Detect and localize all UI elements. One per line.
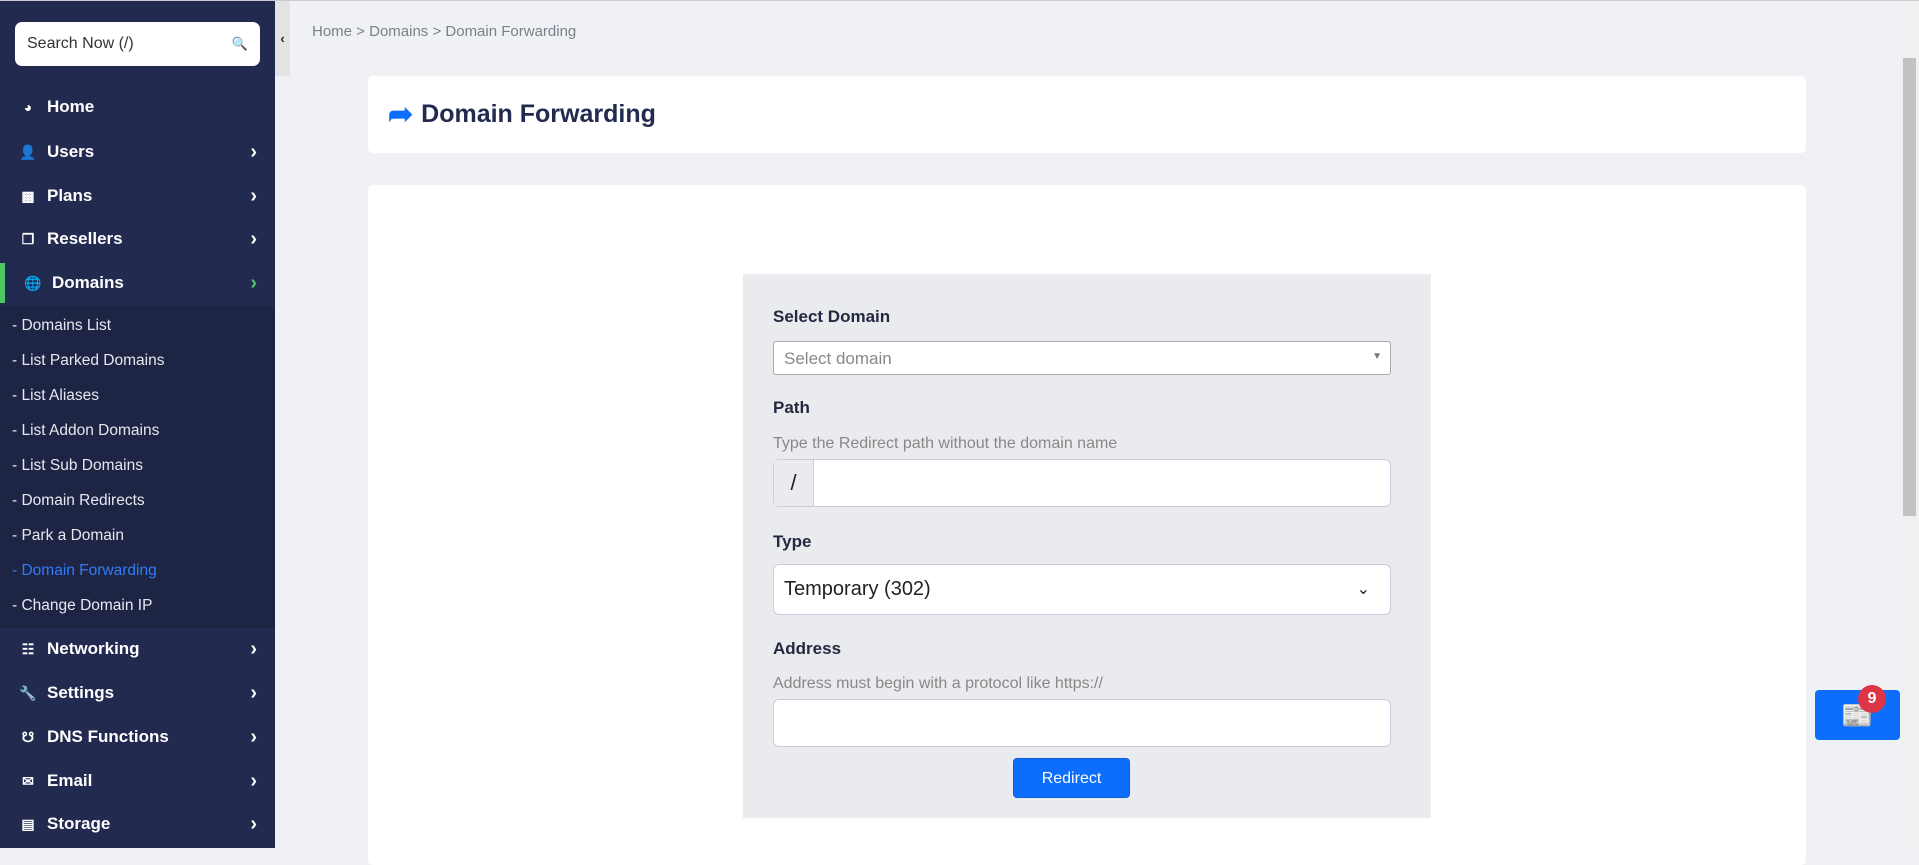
- select-domain-dropdown[interactable]: Select domain ▼: [773, 341, 1391, 375]
- sidebar-item-networking[interactable]: ☷ Networking ›: [0, 629, 275, 669]
- notification-badge: 9: [1858, 685, 1886, 713]
- sidebar-item-label: Resellers: [47, 229, 123, 248]
- sidebar-item-storage[interactable]: ▤ Storage ›: [0, 804, 275, 844]
- submenu-item[interactable]: - Park a Domain: [12, 527, 124, 545]
- select-domain-label: Select Domain: [773, 307, 891, 326]
- redirect-button[interactable]: Redirect: [1013, 758, 1130, 798]
- gauge-icon: ◕: [23, 99, 33, 115]
- sidebar-item-label: Domains: [52, 273, 124, 292]
- type-select[interactable]: Temporary (302) ⌄: [773, 564, 1391, 615]
- select-domain-placeholder: Select domain: [784, 349, 892, 368]
- share-arrow-icon: ➦: [388, 98, 414, 131]
- submenu-item[interactable]: - Domains List: [12, 317, 111, 335]
- breadcrumb: Home > Domains > Domain Forwarding: [312, 23, 577, 40]
- submenu-item[interactable]: - List Addon Domains: [12, 422, 159, 440]
- active-indicator: [0, 263, 5, 303]
- user-icon: 👤: [19, 143, 37, 160]
- path-input-group: /: [773, 459, 1391, 507]
- hdd-icon: ▤: [21, 815, 35, 832]
- address-label: Address: [773, 639, 842, 658]
- chevron-right-icon: ›: [250, 637, 257, 660]
- forwarding-form: Select Domain Select domain ▼ Path Type t…: [743, 274, 1431, 818]
- type-value: Temporary (302): [784, 578, 931, 600]
- sidebar-item-label: DNS Functions: [47, 727, 169, 746]
- submenu-item[interactable]: - List Sub Domains: [12, 457, 143, 475]
- sidebar-item-label: Storage: [47, 814, 111, 833]
- chevron-right-icon: ›: [250, 725, 257, 748]
- chevron-right-icon: ›: [250, 681, 257, 704]
- submenu-item[interactable]: - Domain Redirects: [12, 492, 145, 510]
- search-icon: 🔍: [231, 36, 248, 51]
- wrench-icon: 🔧: [19, 684, 37, 701]
- page-title: Domain Forwarding: [421, 100, 656, 128]
- sidebar-item-email[interactable]: ✉ Email ›: [0, 761, 275, 801]
- scrollbar-thumb[interactable]: [1903, 58, 1916, 516]
- path-label: Path: [773, 398, 810, 417]
- path-input[interactable]: [814, 460, 1390, 506]
- scrollbar[interactable]: [1900, 1, 1919, 848]
- path-prefix: /: [774, 460, 814, 506]
- type-label: Type: [773, 532, 812, 551]
- book-icon: ▩: [21, 187, 35, 204]
- submenu-item[interactable]: - List Parked Domains: [12, 352, 164, 370]
- chevron-right-icon: ›: [250, 140, 257, 163]
- submenu-item[interactable]: - Domain Forwarding: [12, 562, 157, 580]
- sidebar-item-label: Settings: [47, 683, 115, 702]
- sidebar: 🔍 ◕ Home 👤 Users › ▩ Plans › ❐ Resellers › 🌐 Domains…: [0, 1, 275, 848]
- submenu-item[interactable]: - Change Domain IP: [12, 597, 152, 615]
- chevron-right-icon: ›: [250, 184, 257, 207]
- sidebar-item-dns-functions[interactable]: ☋ DNS Functions ›: [0, 717, 275, 757]
- sidebar-item-label: Networking: [47, 639, 140, 658]
- collapse-sidebar-button[interactable]: ‹: [275, 1, 290, 76]
- clone-icon: ❐: [21, 230, 35, 247]
- submenu-item[interactable]: - List Aliases: [12, 387, 99, 405]
- sidebar-item-label: Plans: [47, 186, 93, 205]
- sidebar-item-label: Email: [47, 771, 93, 790]
- sidebar-item-resellers[interactable]: ❐ Resellers ›: [0, 219, 275, 259]
- sidebar-item-home[interactable]: ◕ Home: [0, 87, 275, 127]
- sidebar-item-label: Home: [47, 97, 95, 116]
- caret-down-icon: ▼: [1372, 351, 1382, 362]
- chevron-right-icon: ›: [250, 812, 257, 835]
- sidebar-item-users[interactable]: 👤 Users ›: [0, 132, 275, 172]
- search-box[interactable]: 🔍: [15, 22, 260, 66]
- sitemap-icon: ☋: [21, 728, 35, 745]
- envelope-icon: ✉: [22, 772, 34, 789]
- sidebar-item-settings[interactable]: 🔧 Settings ›: [0, 673, 275, 713]
- address-hint: Address must begin with a protocol like …: [773, 675, 1103, 692]
- chevron-right-icon: ›: [250, 271, 257, 294]
- chevron-down-icon: ⌄: [1356, 581, 1370, 598]
- sidebar-item-label: Users: [47, 142, 95, 161]
- sidebar-item-domains[interactable]: 🌐 Domains ›: [0, 263, 275, 303]
- search-input[interactable]: [27, 35, 217, 53]
- address-input[interactable]: [773, 699, 1391, 747]
- globe-icon: 🌐: [24, 274, 42, 291]
- network-icon: ☷: [21, 640, 35, 657]
- chevron-right-icon: ›: [250, 769, 257, 792]
- title-card: ➦ Domain Forwarding: [368, 76, 1806, 153]
- sidebar-item-plans[interactable]: ▩ Plans ›: [0, 176, 275, 216]
- path-hint: Type the Redirect path without the domai…: [773, 435, 1118, 452]
- chevron-right-icon: ›: [250, 227, 257, 250]
